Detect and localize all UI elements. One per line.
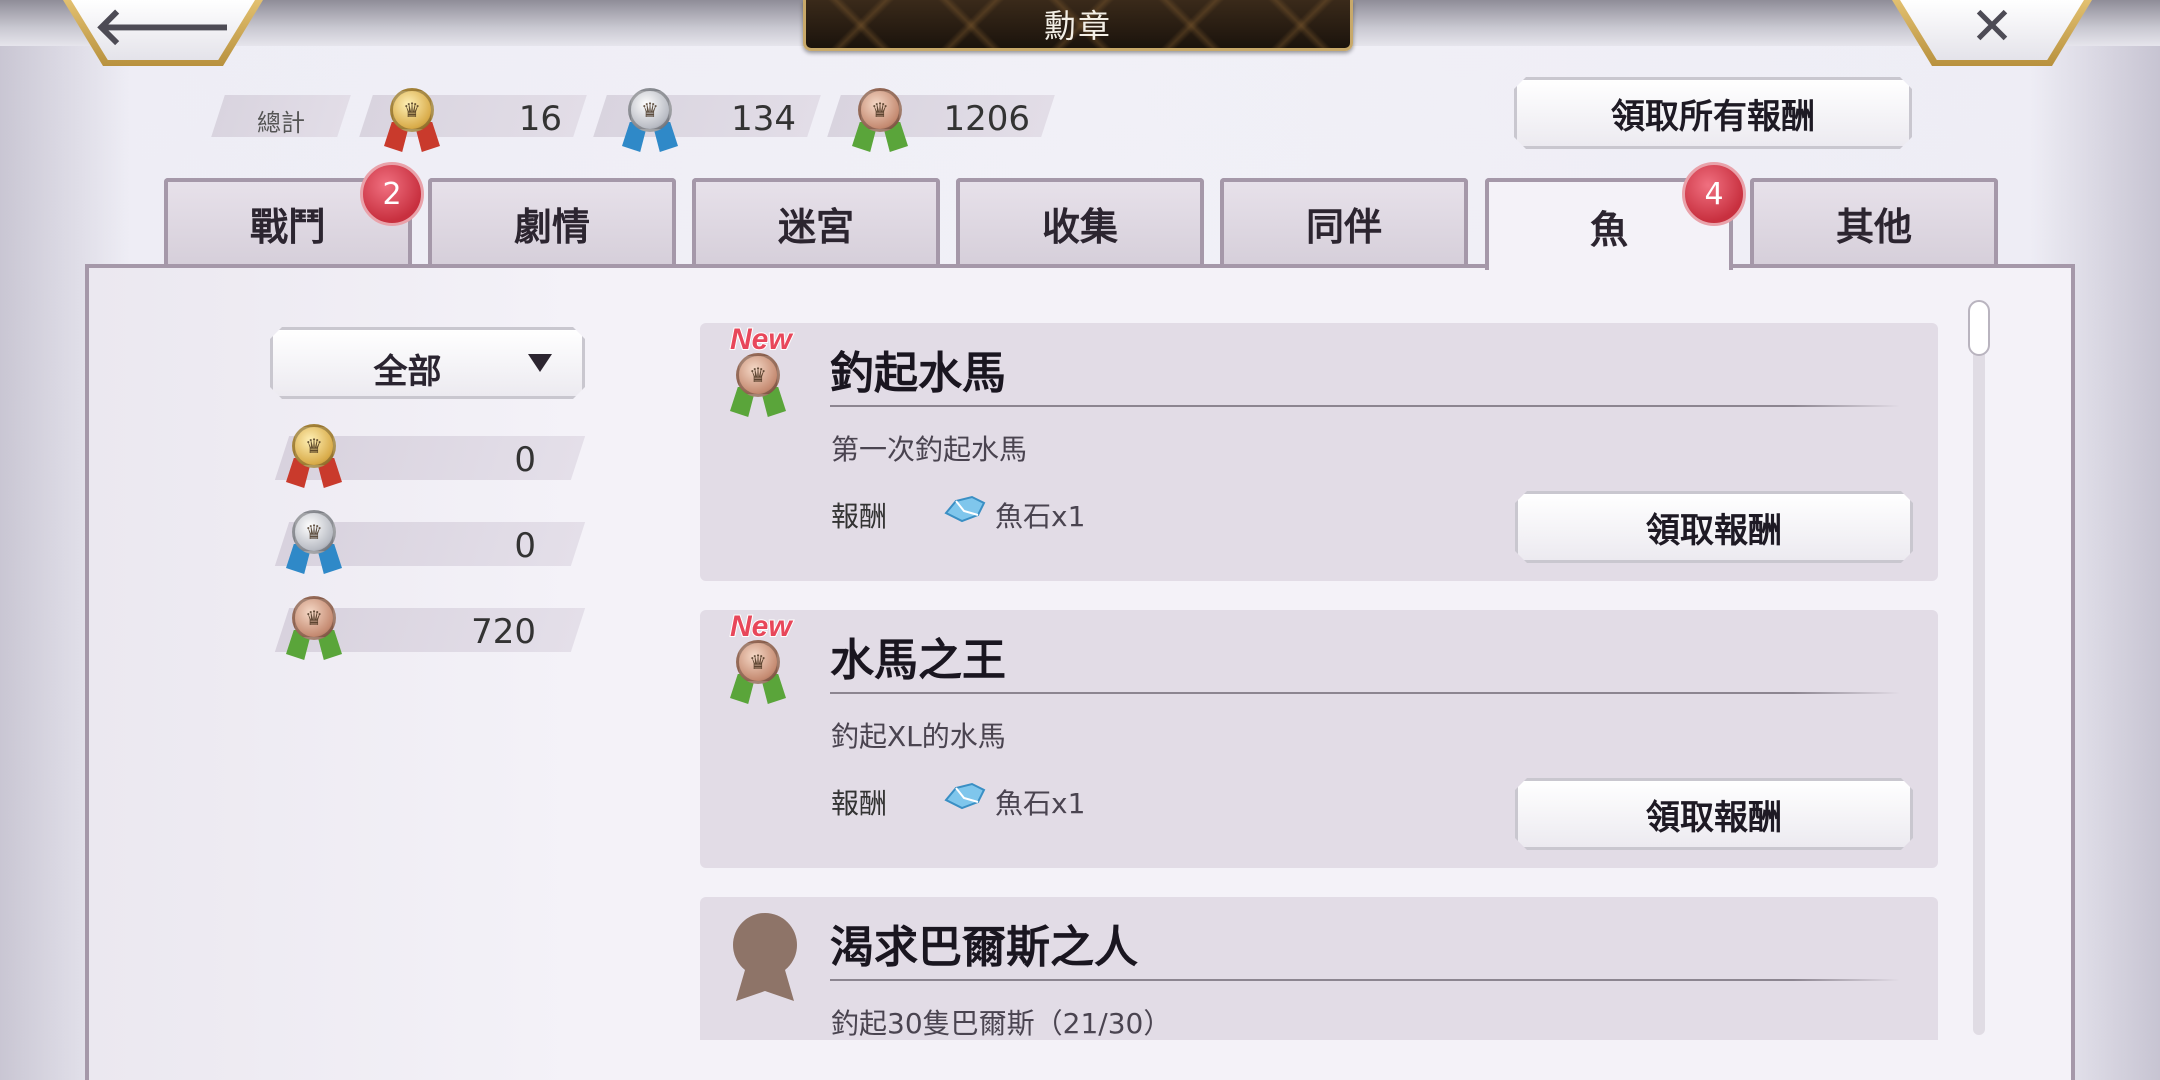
tab-label: 劇情 [513,203,590,249]
total-silver-count: 134 [731,99,796,139]
filter-selected: 全部 [373,352,442,392]
new-tag: New [729,609,793,644]
achievement-title: 水馬之王 [830,635,1006,686]
achievement-description: 釣起30隻巴爾斯（21/30） [831,1007,1172,1040]
tab-story[interactable]: 劇情 [428,178,676,264]
tab-fish-badge: 4 [1682,162,1746,226]
bronze-medal-icon: ♛ [852,88,908,158]
tab-label: 魚 [1589,206,1628,252]
bronze-medal-icon: ♛ [730,640,786,710]
achievement-card: ♛ New 水馬之王 釣起XL的水馬 報酬 魚石x1 領取報酬 [700,609,1938,868]
gold-medal-icon: ♛ [384,88,440,158]
achievement-card: ♛ New 釣起水馬 第一次釣起水馬 報酬 魚石x1 領取報酬 [700,322,1938,581]
filter-bronze-row: ♛ 720 [268,596,586,660]
filter-silver-row: ♛ 0 [268,510,586,574]
tab-label: 其他 [1835,203,1912,249]
total-bronze-count: 1206 [943,99,1030,139]
tab-other[interactable]: 其他 [1750,178,1998,264]
bronze-medal-icon: ♛ [730,353,786,423]
silver-medal-icon: ♛ [286,510,342,580]
total-gold-count: 16 [518,99,562,139]
tab-collection[interactable]: 收集 [956,178,1204,264]
claim-reward-button[interactable]: 領取報酬 [1515,778,1913,850]
divider [830,405,1900,407]
arrow-left-icon: 🡐 [93,0,233,57]
achievement-title: 渴求巴爾斯之人 [830,922,1138,973]
divider [830,979,1900,981]
total-label-pill: 總計 [211,95,351,137]
fish-stone-icon [944,782,986,810]
achievement-description: 釣起XL的水馬 [831,720,1006,753]
new-tag: New [729,322,793,357]
achievement-description: 第一次釣起水馬 [831,433,1028,466]
achievement-title: 釣起水馬 [830,348,1006,399]
locked-medal-icon [730,913,800,1005]
reward-item: 魚石x1 [995,787,1086,820]
title-plate: 勳章 [803,0,1353,51]
tab-label: 迷宮 [777,203,854,249]
tab-companion[interactable]: 同伴 [1220,178,1468,264]
total-label: 總計 [257,109,305,137]
back-button[interactable]: 🡐 [63,0,263,66]
bronze-medal-icon: ♛ [286,596,342,666]
tab-label: 收集 [1041,203,1118,249]
scrollbar-thumb[interactable] [1968,300,1990,356]
tab-label: 戰鬥 [249,203,326,249]
gold-medal-icon: ♛ [286,424,342,494]
reward-item: 魚石x1 [995,500,1086,533]
fish-stone-icon [944,495,986,523]
tab-dungeon[interactable]: 迷宮 [692,178,940,264]
filter-gold-row: ♛ 0 [268,424,586,488]
reward-label: 報酬 [831,500,888,533]
tab-battle-badge: 2 [360,162,424,226]
silver-medal-icon: ♛ [622,88,678,158]
close-icon: ✕ [1970,0,2014,57]
page-title: 勳章 [1043,7,1112,45]
divider [830,692,1900,694]
scrollbar-track[interactable] [1973,302,1985,1035]
filter-dropdown[interactable]: 全部 [270,327,585,399]
reward-label: 報酬 [831,787,888,820]
filter-silver-count: 0 [514,526,536,566]
chevron-down-icon [528,354,552,372]
filter-bronze-count: 720 [471,612,536,652]
tab-label: 同伴 [1305,203,1382,249]
close-button[interactable]: ✕ [1892,0,2092,66]
achievement-card: 渴求巴爾斯之人 釣起30隻巴爾斯（21/30） [700,897,1938,1040]
claim-all-button[interactable]: 領取所有報酬 [1514,77,1912,149]
claim-reward-button[interactable]: 領取報酬 [1515,491,1913,563]
filter-gold-count: 0 [514,440,536,480]
